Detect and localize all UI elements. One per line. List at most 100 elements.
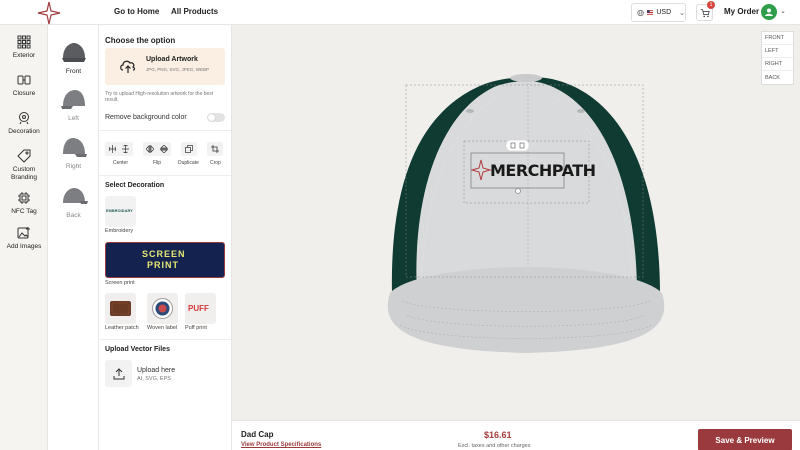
side-tab-back[interactable]: BACK — [762, 71, 793, 84]
upload-vector-title: Upload Vector Files — [105, 346, 170, 353]
grid-icon — [17, 35, 31, 49]
top-header: Go to Home All Products USD ⌄ 1 My Order… — [0, 0, 800, 25]
footer-bar: Dad Cap View Product Specifications $16.… — [232, 420, 800, 450]
remove-bg-label: Remove background color — [105, 114, 187, 121]
cap-right-thumbnail — [62, 138, 87, 157]
center-button[interactable] — [105, 142, 133, 156]
upload-icon — [113, 367, 124, 379]
decoration-screen-print[interactable]: SCREEN PRINT — [105, 242, 225, 278]
rail-label: Decoration — [8, 128, 40, 135]
crop-button[interactable] — [207, 142, 223, 156]
panel-title: Choose the option — [105, 36, 176, 45]
rail-item-closure[interactable]: Closure — [0, 73, 48, 98]
closure-icon — [17, 75, 31, 85]
cloud-upload-icon — [120, 60, 136, 73]
category-rail: Exterior Closure Decoration Custom Brand… — [0, 25, 48, 450]
upload-here-title: Upload here — [137, 367, 176, 374]
tag-icon — [17, 149, 31, 163]
upload-artwork-button[interactable]: Upload Artwork JPG, PNG, SVG, JPEG, WEBP — [105, 48, 225, 85]
center-label: Center — [113, 160, 129, 166]
view-right[interactable]: Right — [48, 136, 99, 170]
cap-preview — [387, 74, 665, 353]
chevron-down-icon[interactable]: ⌄ — [780, 7, 786, 15]
design-canvas[interactable]: MERCHPATH — [232, 25, 800, 420]
currency-label: USD — [656, 9, 672, 16]
cart-icon — [700, 8, 710, 17]
image-add-icon — [17, 227, 30, 239]
currency-selector[interactable]: USD ⌄ — [631, 3, 686, 22]
align-center-v-icon — [122, 145, 129, 153]
puff-print-label: Puff print — [185, 325, 207, 331]
screen-print-thumb-text-2: PRINT — [147, 260, 179, 270]
upload-vector-formats: AI, SVG, EPS — [137, 376, 171, 382]
brand-logo[interactable] — [37, 1, 61, 25]
cap-left-thumbnail — [60, 90, 85, 109]
view-front[interactable]: Front — [48, 41, 99, 75]
side-tab-right[interactable]: RIGHT — [762, 58, 793, 71]
decoration-woven-label[interactable] — [147, 293, 178, 324]
decoration-embroidery[interactable]: EMBROIDARY — [105, 196, 136, 227]
flip-horizontal-icon — [146, 145, 154, 153]
cart-count-badge: 1 — [707, 1, 715, 9]
upload-vector-button[interactable]: Upload here AI, SVG, EPS — [105, 360, 225, 388]
canvas-logo-text[interactable]: MERCHPATH — [490, 161, 596, 180]
flip-button[interactable] — [143, 142, 171, 156]
artwork-tools: Center Flip Duplicate Crop — [105, 142, 227, 166]
user-icon — [765, 8, 773, 16]
nav-all-products[interactable]: All Products — [171, 7, 218, 16]
view-specs-link[interactable]: View Product Specifications — [241, 442, 321, 448]
view-label: Left — [68, 115, 79, 122]
screen-print-label: Screen print — [105, 280, 135, 286]
nav-go-home[interactable]: Go to Home — [114, 7, 159, 16]
crop-icon — [211, 145, 219, 153]
decoration-puff-print[interactable]: PUFF — [185, 293, 216, 324]
duplicate-button[interactable] — [181, 142, 197, 156]
view-selector: Front Left Right Back — [48, 25, 99, 450]
view-side-tabs: FRONT LEFT RIGHT BACK — [761, 31, 794, 85]
align-center-h-icon — [109, 145, 116, 153]
my-order-link[interactable]: My Order — [724, 7, 759, 16]
product-price: $16.61 — [484, 430, 512, 440]
woven-label-label: Woven label — [147, 325, 178, 331]
rail-label: NFC Tag — [11, 208, 37, 215]
side-tab-left[interactable]: LEFT — [762, 45, 793, 58]
duplicate-label: Duplicate — [178, 160, 199, 166]
cap-front-thumbnail — [61, 43, 86, 62]
upload-formats: JPG, PNG, SVG, JPEG, WEBP — [146, 67, 210, 72]
rail-item-custom-branding[interactable]: Custom Branding — [0, 149, 48, 181]
rail-item-nfc-tag[interactable]: NFC Tag — [0, 191, 48, 216]
flip-label: Flip — [153, 160, 162, 166]
view-back[interactable]: Back — [48, 185, 99, 219]
embroidery-label: Embroidery — [105, 228, 134, 234]
toggle-knob — [208, 114, 215, 121]
view-left[interactable]: Left — [48, 88, 99, 122]
cap-back-thumbnail — [62, 188, 88, 204]
rail-item-exterior[interactable]: Exterior — [0, 35, 48, 60]
decoration-leather-patch[interactable] — [105, 293, 136, 324]
rail-label: Closure — [12, 90, 36, 97]
option-panel: Choose the option Upload Artwork JPG, PN… — [99, 25, 232, 450]
product-name: Dad Cap — [241, 430, 274, 439]
chip-icon — [18, 192, 30, 204]
divider — [99, 339, 231, 340]
leather-patch-thumbnail — [110, 301, 131, 316]
view-label: Back — [66, 212, 81, 219]
embroidery-thumb-text: EMBROIDARY — [106, 209, 133, 213]
rail-item-decoration[interactable]: Decoration — [0, 111, 48, 136]
save-preview-button[interactable]: Save & Preview — [698, 429, 792, 450]
us-flag-icon — [647, 10, 654, 15]
leather-patch-label: Leather patch — [105, 325, 139, 331]
rail-label: Add Images — [6, 243, 42, 250]
select-decoration-title: Select Decoration — [105, 182, 165, 189]
woven-label-thumbnail — [152, 298, 173, 319]
duplicate-icon — [185, 145, 193, 153]
side-tab-front[interactable]: FRONT — [762, 32, 793, 45]
avatar[interactable] — [761, 4, 777, 20]
globe-icon — [637, 9, 644, 16]
view-label: Right — [65, 163, 82, 170]
rail-item-add-images[interactable]: Add Images — [0, 226, 48, 251]
price-note: Excl. taxes and other charges — [458, 443, 531, 449]
upload-icon-box — [105, 360, 132, 387]
divider — [99, 130, 231, 131]
rail-label: Custom Branding — [10, 166, 38, 181]
